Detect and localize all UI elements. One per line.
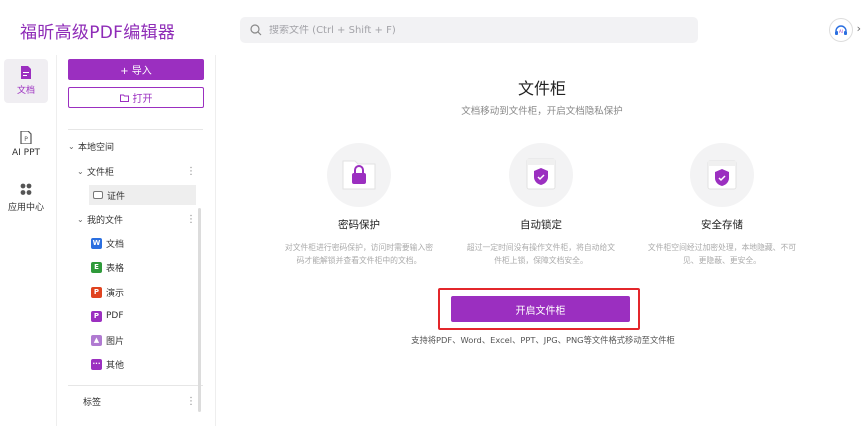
rail-label-ai-ppt: AI PPT (11, 148, 41, 158)
tree-file-images[interactable]: ▲ 图片 (91, 330, 191, 350)
svg-text:P: P (24, 136, 28, 143)
feature-password: 密码保护 对文件柜进行密码保护，访问时需要输入密码才能解锁并查看文件柜中的文档。 (284, 143, 434, 267)
nav-rail: 文档 P AI PPT 应用中心 (0, 55, 55, 426)
id-card-icon (93, 191, 103, 199)
open-button[interactable]: 打开 (68, 87, 204, 108)
excel-icon: E (91, 261, 102, 273)
supported-formats-note: 支持将PDF、Word、Excel、PPT、JPG、PNG等文件格式移动至文件柜 (411, 335, 675, 345)
folder-icon (119, 94, 129, 102)
headset-icon: AI (835, 25, 847, 35)
feature-desc: 文件柜空间经过加密处理，本地隐藏、不可见、更隐蔽、更安全。 (647, 243, 797, 265)
calendar-shield-icon (526, 158, 556, 190)
image-icon: ▲ (91, 334, 102, 346)
more-icon[interactable]: ⋮ (186, 214, 196, 225)
ppt-icon: P (91, 286, 102, 298)
tree-local-space[interactable]: ⌄ 本地空间 (68, 136, 196, 156)
document-icon (21, 66, 31, 79)
chevron-down-icon[interactable]: ⌄ (68, 142, 78, 151)
tree-label: PDF (106, 311, 124, 321)
rail-item-apps[interactable]: 应用中心 (4, 183, 48, 213)
more-icon[interactable]: ⋮ (186, 166, 196, 177)
feature-autolock: 自动锁定 超过一定时间没有操作文件柜，将自动给文件柜上锁，保障文档安全。 (466, 143, 616, 267)
app-title: 福昕高级PDF编辑器 (20, 23, 176, 43)
tree-label: 标签 (83, 397, 102, 408)
tree-vault-item[interactable]: 证件 (89, 185, 196, 205)
tree-file-pdf[interactable]: P PDF (91, 306, 191, 326)
more-icon[interactable]: ⋮ (186, 396, 196, 407)
open-button-label: 打开 (132, 94, 153, 105)
box-shield-icon (707, 160, 737, 190)
tree-label: 其他 (106, 360, 125, 371)
feature-secure-storage: 安全存储 文件柜空间经过加密处理，本地隐藏、不可见、更隐蔽、更安全。 (647, 143, 797, 267)
rail-label-apps: 应用中心 (7, 203, 44, 213)
tree-label: 表格 (106, 263, 125, 274)
rail-item-ai-ppt[interactable]: P AI PPT (4, 131, 48, 158)
ai-ppt-icon: P (20, 131, 32, 144)
ai-assistant-button[interactable]: AI (829, 18, 853, 42)
enable-vault-button[interactable]: 开启文件柜 (451, 296, 630, 322)
divider (68, 129, 203, 130)
sidebar: + 导入 打开 ⌄ 本地空间 ⌄ 文件柜 ⋮ 证件 ⌄ 我的文件 ⋮ W 文档 … (56, 55, 216, 426)
tree-vault[interactable]: ⌄ 文件柜 ⋮ (77, 161, 196, 181)
feature-title: 安全存储 (701, 219, 743, 231)
search-input[interactable] (269, 24, 689, 36)
tree-file-other[interactable]: ··· 其他 (91, 354, 191, 374)
other-files-icon: ··· (91, 358, 102, 370)
search-icon (250, 24, 262, 36)
import-button[interactable]: + 导入 (68, 59, 204, 80)
tree-file-sheets[interactable]: E 表格 (91, 257, 191, 277)
feature-title: 自动锁定 (520, 219, 562, 231)
tree-label: 图片 (106, 336, 125, 347)
tree-label: 我的文件 (87, 215, 124, 226)
feature-title: 密码保护 (338, 219, 380, 231)
assistant-label: AI (839, 29, 843, 34)
page-subtitle: 文档移动到文件柜，开启文档隐私保护 (461, 106, 623, 117)
tree-label: 文档 (106, 239, 125, 250)
page-title: 文件柜 (517, 79, 566, 98)
folder-lock-icon (342, 160, 376, 190)
chevron-down-icon[interactable]: ⌄ (77, 167, 87, 176)
tree-file-docs[interactable]: W 文档 (91, 233, 191, 253)
tree-label: 证件 (107, 191, 126, 202)
divider (68, 385, 203, 386)
feature-desc: 对文件柜进行密码保护，访问时需要输入密码才能解锁并查看文件柜中的文档。 (284, 243, 434, 265)
tree-label: 文件柜 (87, 167, 115, 178)
tree-label: 本地空间 (78, 142, 115, 153)
rail-label-documents: 文档 (16, 86, 35, 96)
apps-grid-icon (20, 183, 32, 195)
feature-desc: 超过一定时间没有操作文件柜，将自动给文件柜上锁，保障文档安全。 (466, 243, 616, 265)
tree-my-files[interactable]: ⌄ 我的文件 ⋮ (77, 209, 196, 229)
word-icon: W (91, 237, 102, 249)
tree-label: 演示 (106, 288, 125, 299)
chevron-right-icon[interactable]: › (857, 22, 861, 35)
tree-tags[interactable]: 标签 ⋮ (83, 391, 196, 411)
tree-file-slides[interactable]: P 演示 (91, 282, 191, 302)
pdf-icon: P (91, 310, 102, 322)
search-bar[interactable] (240, 17, 698, 43)
chevron-down-icon[interactable]: ⌄ (77, 215, 87, 224)
rail-item-documents[interactable]: 文档 (4, 59, 48, 103)
sidebar-scrollbar[interactable] (198, 208, 201, 412)
